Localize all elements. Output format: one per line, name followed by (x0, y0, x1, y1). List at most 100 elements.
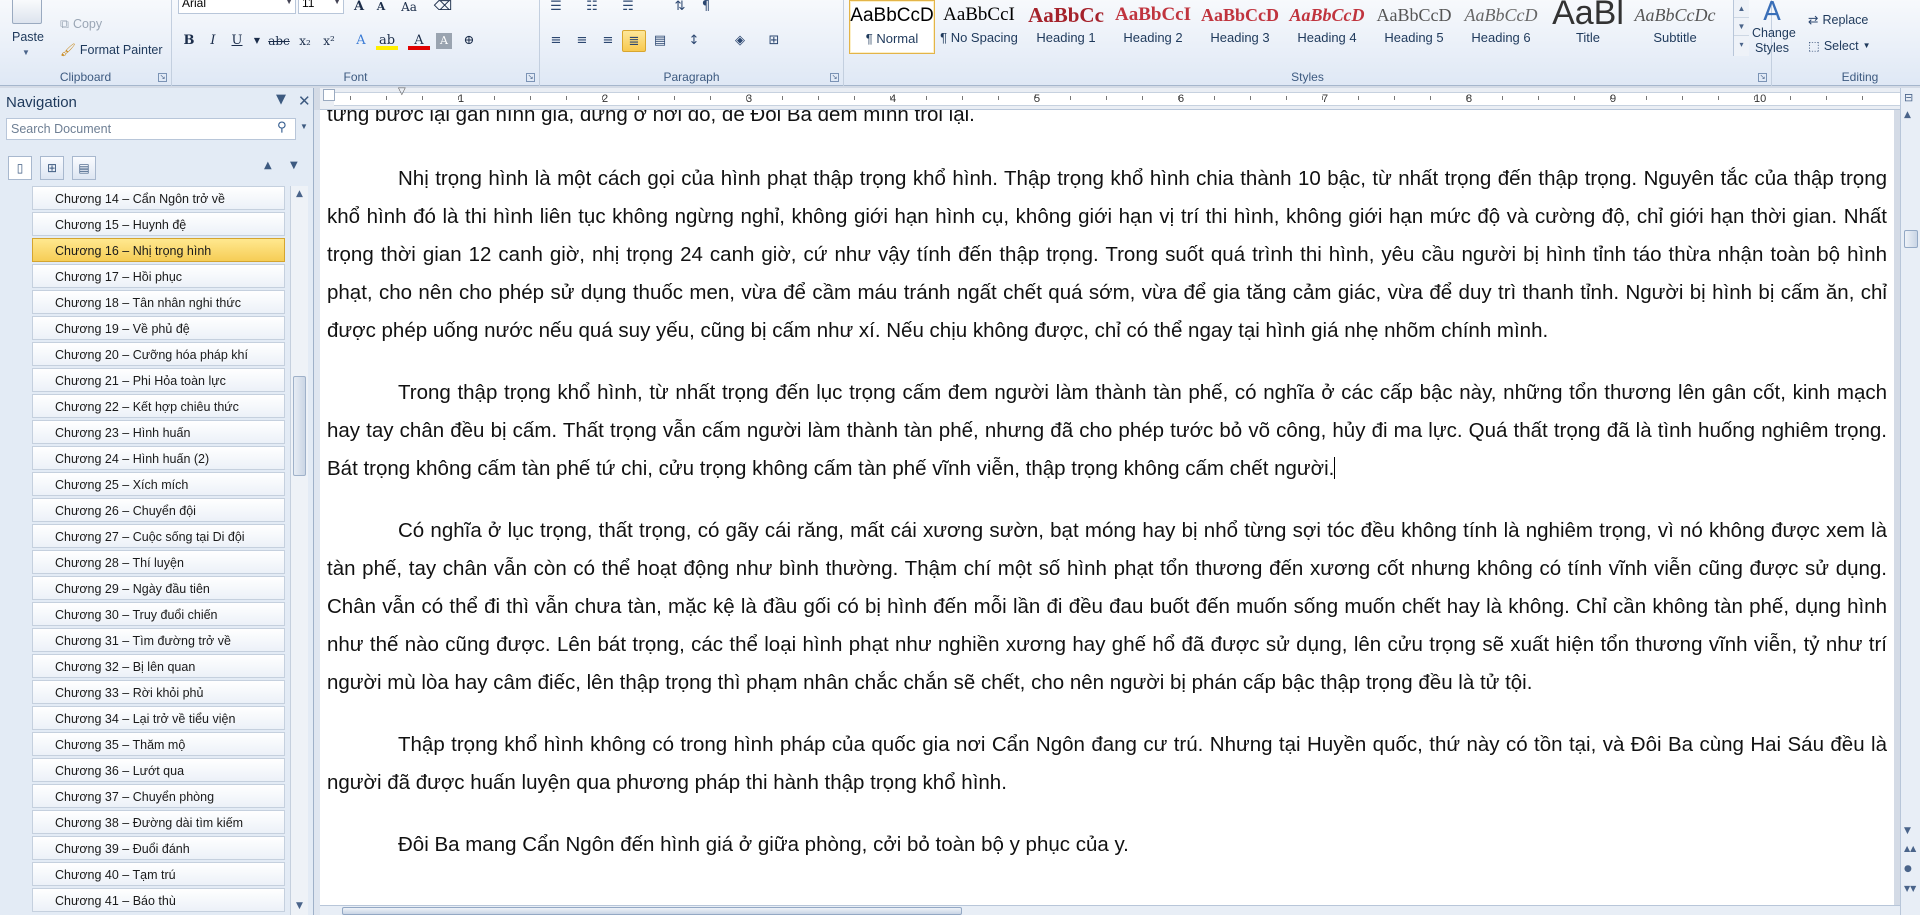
style-title[interactable]: AaBl Title (1545, 0, 1631, 54)
heading-item[interactable]: Chương 23 – Hình huấn (32, 420, 285, 444)
line-spacing-icon[interactable]: ↕ (682, 30, 706, 52)
heading-item[interactable]: Chương 15 – Huynh đệ (32, 212, 285, 236)
bold-icon[interactable]: B (178, 30, 200, 52)
heading-item[interactable]: Chương 30 – Truy đuổi chiến (32, 602, 285, 626)
replace-button[interactable]: ⇄ Replace (1808, 12, 1868, 27)
font-size-combo[interactable]: 11 ▼ (298, 0, 344, 14)
heading-item[interactable]: Chương 33 – Rời khỏi phủ (32, 680, 285, 704)
multilevel-list-icon[interactable]: ☴ (616, 0, 640, 18)
enclose-characters-icon[interactable]: ⊕ (458, 30, 480, 52)
heading-item[interactable]: Chương 36 – Lướt qua (32, 758, 285, 782)
paragraph-launcher-icon[interactable]: ↘ (830, 73, 839, 82)
ruler-toggle-icon[interactable]: ⊟ (1904, 91, 1913, 104)
previous-heading-icon[interactable]: ▲ (264, 160, 272, 171)
paste-dropdown-icon[interactable]: ▼ (22, 48, 30, 57)
heading-item[interactable]: Chương 32 – Bị lên quan (32, 654, 285, 678)
change-case-icon[interactable]: Aa (398, 0, 420, 18)
heading-item[interactable]: Chương 26 – Chuyển đội (32, 498, 285, 522)
heading-item[interactable]: Chương 18 – Tân nhân nghi thức (32, 290, 285, 314)
show-marks-icon[interactable]: ¶ (694, 0, 718, 18)
heading-item[interactable]: Chương 31 – Tìm đường trở về (32, 628, 285, 652)
search-options-icon[interactable]: ▼ (300, 122, 308, 131)
bullets-icon[interactable]: ☰ (544, 0, 568, 18)
heading-item[interactable]: Chương 22 – Kết hợp chiêu thức (32, 394, 285, 418)
borders-icon[interactable]: ⊞ (762, 30, 786, 52)
scroll-up-icon[interactable]: ▲ (291, 186, 308, 203)
gallery-up-icon[interactable]: ▲ (1734, 0, 1749, 18)
clipboard-launcher-icon[interactable]: ↘ (158, 73, 167, 82)
heading-item[interactable]: Chương 41 – Báo thù (32, 888, 285, 912)
styles-launcher-icon[interactable]: ↘ (1758, 73, 1767, 82)
scroll-up-icon[interactable]: ▲ (1904, 110, 1911, 120)
previous-page-icon[interactable]: ▲▲ (1904, 844, 1916, 853)
search-document-input[interactable]: Search Document (6, 118, 296, 140)
heading-item[interactable]: Chương 40 – Tạm trú (32, 862, 285, 886)
tab-selector-icon[interactable] (323, 89, 335, 101)
heading-item[interactable]: Chương 17 – Hồi phục (32, 264, 285, 288)
justify-icon[interactable]: ≣ (622, 30, 646, 52)
navigation-scroll-thumb[interactable] (293, 376, 306, 476)
heading-item[interactable]: Chương 27 – Cuộc sống tại Di đội (32, 524, 285, 548)
heading-item[interactable]: Chương 19 – Về phủ đệ (32, 316, 285, 340)
shrink-font-icon[interactable]: A (370, 0, 392, 18)
font-launcher-icon[interactable]: ↘ (526, 73, 535, 82)
heading-item[interactable]: Chương 34 – Lại trở về tiểu viện (32, 706, 285, 730)
paragraph[interactable]: Trong thập trọng khổ hình, từ nhất trọng… (327, 374, 1887, 488)
numbering-icon[interactable]: ☷ (580, 0, 604, 18)
browse-results-tab[interactable]: ▤ (72, 156, 96, 180)
navigation-close-icon[interactable]: ✕ (298, 92, 311, 110)
paragraph[interactable]: Có nghĩa ở lục trọng, thất trọng, có gãy… (327, 512, 1887, 702)
shading-icon[interactable]: ◈ (728, 30, 752, 52)
style-heading-3[interactable]: AaBbCcD Heading 3 (1197, 0, 1283, 54)
style-heading-2[interactable]: AaBbCcI Heading 2 (1110, 0, 1196, 54)
scroll-down-icon[interactable]: ▼ (291, 898, 308, 915)
superscript-icon[interactable]: x² (318, 30, 340, 52)
paragraph[interactable]: Nhị trọng hình là một cách gọi của hình … (327, 160, 1887, 350)
style-normal[interactable]: AaBbCcD ¶ Normal (849, 0, 935, 54)
paragraph[interactable]: Thập trọng khổ hình không có trong hình … (327, 726, 1887, 802)
underline-dropdown-icon[interactable]: ▼ (246, 30, 268, 52)
heading-item[interactable]: Chương 38 – Đường dài tìm kiếm (32, 810, 285, 834)
align-right-icon[interactable]: ≡ (596, 30, 620, 52)
style-heading-1[interactable]: AaBbCc Heading 1 (1023, 0, 1109, 54)
heading-item[interactable]: Chương 37 – Chuyển phòng (32, 784, 285, 808)
font-family-dropdown-icon[interactable]: ▼ (285, 0, 293, 6)
copy-button[interactable]: ⧉ Copy (60, 16, 102, 32)
align-center-icon[interactable]: ≡ (570, 30, 594, 52)
browse-pages-tab[interactable]: ⊞ (40, 156, 64, 180)
style-subtitle[interactable]: AaBbCcDc Subtitle (1632, 0, 1718, 54)
paragraph[interactable]: Đôi Ba mang Cẩn Ngôn đến hình giá ở giữa… (327, 826, 1887, 864)
underline-icon[interactable]: U (226, 30, 248, 52)
distributed-icon[interactable]: ▤ (648, 30, 672, 52)
heading-item[interactable]: Chương 24 – Hình huấn (2) (32, 446, 285, 470)
character-shading-icon[interactable]: A (436, 33, 452, 49)
style-heading-5[interactable]: AaBbCcD Heading 5 (1371, 0, 1457, 54)
horizontal-ruler[interactable]: ▽ 1 2 3 4 5 6 7 8 9 10 (320, 86, 1906, 110)
gallery-more-icon[interactable]: ▾ (1734, 36, 1749, 54)
first-line-indent-marker-icon[interactable]: ▽ (398, 86, 406, 97)
clear-formatting-icon[interactable]: ⌫ (432, 0, 454, 18)
italic-icon[interactable]: I (202, 30, 224, 52)
text-effects-icon[interactable]: A (350, 30, 372, 52)
heading-item[interactable]: Chương 25 – Xích mích (32, 472, 285, 496)
document-scroll-thumb[interactable] (1904, 230, 1918, 248)
format-painter-button[interactable]: 🖌 Format Painter (60, 42, 163, 58)
heading-item[interactable]: Chương 28 – Thí luyện (32, 550, 285, 574)
highlight-icon[interactable]: ab (376, 30, 398, 50)
document-page[interactable]: từng bước lại gần hình giá, đứng ở nơi đ… (320, 110, 1894, 907)
select-button[interactable]: ⬚ Select ▼ (1808, 38, 1870, 53)
style-heading-4[interactable]: AaBbCcD Heading 4 (1284, 0, 1370, 54)
heading-item[interactable]: Chương 14 – Cẩn Ngôn trở về (32, 186, 285, 210)
strikethrough-icon[interactable]: abc (268, 30, 290, 52)
heading-item[interactable]: Chương 29 – Ngày đầu tiên (32, 576, 285, 600)
select-browse-object-icon[interactable]: ● (1904, 864, 1912, 874)
document-body[interactable]: từng bước lại gần hình giá, đứng ở nơi đ… (327, 110, 1887, 888)
document-horizontal-scrollbar[interactable] (320, 905, 1900, 915)
browse-headings-tab[interactable]: ▯ (8, 156, 32, 180)
paste-icon[interactable] (12, 0, 42, 24)
paste-button[interactable]: Paste (12, 30, 44, 44)
paragraph[interactable]: từng bước lại gần hình giá, đứng ở nơi đ… (327, 110, 1887, 134)
document-vertical-scrollbar[interactable]: ⊟ ▲ ▼ ▲▲ ● ▼▼ (1900, 88, 1920, 915)
align-left-icon[interactable]: ≡ (544, 30, 568, 52)
next-page-icon[interactable]: ▼▼ (1904, 884, 1916, 893)
